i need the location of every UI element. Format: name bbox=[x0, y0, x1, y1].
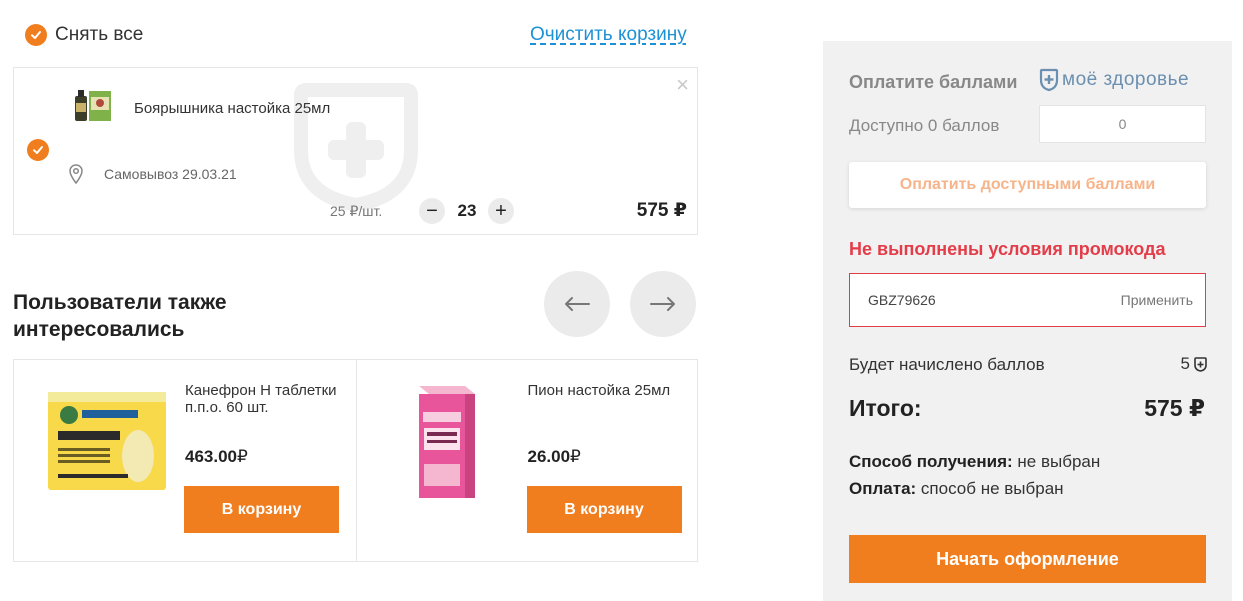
product-image-pion[interactable] bbox=[381, 374, 521, 506]
promo-apply-button[interactable]: Применить bbox=[1121, 292, 1193, 308]
order-summary-sidebar: Оплатите баллами моё здоровье Доступно 0… bbox=[823, 41, 1232, 601]
payment-method-value: способ не выбран bbox=[920, 479, 1064, 498]
recommendation-price: 26.00₽ bbox=[528, 447, 581, 467]
currency-sign: ₽ bbox=[570, 447, 581, 466]
deselect-all-toggle[interactable]: Снять все bbox=[25, 24, 143, 46]
delivery-method-value: не выбран bbox=[1017, 452, 1101, 471]
promo-error-message: Не выполнены условия промокода bbox=[849, 239, 1166, 259]
bonus-points-label: Будет начислено баллов bbox=[849, 355, 1045, 374]
currency-sign: ₽ bbox=[237, 447, 248, 466]
brand-watermark-icon bbox=[294, 83, 418, 210]
add-to-cart-button[interactable]: В корзину bbox=[184, 486, 339, 533]
item-total-price: 575 ₽ bbox=[636, 200, 687, 221]
total-label: Итого: bbox=[849, 395, 922, 421]
moe-zdorovie-logo: моё здоровье bbox=[1039, 68, 1189, 92]
item-check-icon[interactable] bbox=[27, 139, 49, 161]
brand-name: моё здоровье bbox=[1062, 69, 1190, 90]
bonus-points-number: 5 bbox=[1180, 354, 1190, 373]
add-to-cart-button[interactable]: В корзину bbox=[526, 486, 682, 533]
recommendations-title: Пользователи также интересовались bbox=[13, 291, 227, 341]
payment-method: Оплата: способ не выбран bbox=[849, 479, 1064, 499]
price-value: 463.00 bbox=[185, 447, 237, 466]
arrow-right-icon bbox=[650, 297, 675, 311]
price-value: 26.00 bbox=[527, 447, 571, 466]
pickup-date: Самовывоз 29.03.21 bbox=[104, 166, 237, 182]
promo-code-field[interactable]: GBZ79626 Применить bbox=[849, 273, 1206, 327]
recommendation-price: 463.00₽ bbox=[185, 447, 248, 467]
points-input[interactable] bbox=[1039, 105, 1206, 143]
cart-item: Боярышника настойка 25мл × Самовывоз 29.… bbox=[13, 67, 698, 235]
recommendation-name[interactable]: Пион настойка 25мл bbox=[528, 382, 688, 399]
quantity-value: 23 bbox=[457, 201, 477, 220]
location-pin-icon bbox=[69, 164, 83, 184]
deselect-all-label: Снять все bbox=[55, 24, 144, 45]
clear-cart-link[interactable]: Очистить корзину bbox=[530, 24, 687, 46]
remove-item-close-icon[interactable]: × bbox=[676, 74, 689, 96]
payment-method-label: Оплата: bbox=[849, 479, 917, 498]
product-image-kanefron[interactable] bbox=[38, 374, 178, 506]
recommendations-list: Канефрон Н таблетки п.п.о. 60 шт. 463.00… bbox=[13, 359, 698, 562]
quantity-minus-button[interactable]: − bbox=[419, 198, 445, 224]
delivery-method: Способ получения: не выбран bbox=[849, 452, 1100, 472]
pay-with-points-heading: Оплатите баллами bbox=[849, 72, 1018, 92]
carousel-prev-button[interactable] bbox=[544, 271, 610, 337]
available-points: Доступно 0 баллов bbox=[849, 116, 1000, 135]
shield-plus-icon bbox=[1194, 356, 1207, 372]
shield-plus-icon bbox=[1039, 68, 1059, 92]
promo-code-value[interactable]: GBZ79626 bbox=[868, 292, 936, 308]
recommendation-card: Пион настойка 25мл 26.00₽ В корзину bbox=[355, 360, 698, 561]
check-icon[interactable] bbox=[25, 24, 47, 46]
start-checkout-button[interactable]: Начать оформление bbox=[849, 535, 1206, 583]
total-value: 575 ₽ bbox=[1144, 395, 1205, 421]
pay-with-available-points-button[interactable]: Оплатить доступными баллами bbox=[849, 162, 1206, 208]
carousel-next-button[interactable] bbox=[630, 271, 696, 337]
recommendation-card: Канефрон Н таблетки п.п.о. 60 шт. 463.00… bbox=[14, 360, 356, 561]
recommendation-name[interactable]: Канефрон Н таблетки п.п.о. 60 шт. bbox=[185, 382, 345, 416]
bonus-points-value: 5 bbox=[1181, 354, 1207, 374]
arrow-left-icon bbox=[565, 297, 590, 311]
quantity-plus-button[interactable]: + bbox=[488, 198, 514, 224]
unit-price: 25 ₽/шт. bbox=[330, 203, 383, 219]
delivery-method-label: Способ получения: bbox=[849, 452, 1013, 471]
product-thumbnail[interactable] bbox=[72, 86, 114, 124]
